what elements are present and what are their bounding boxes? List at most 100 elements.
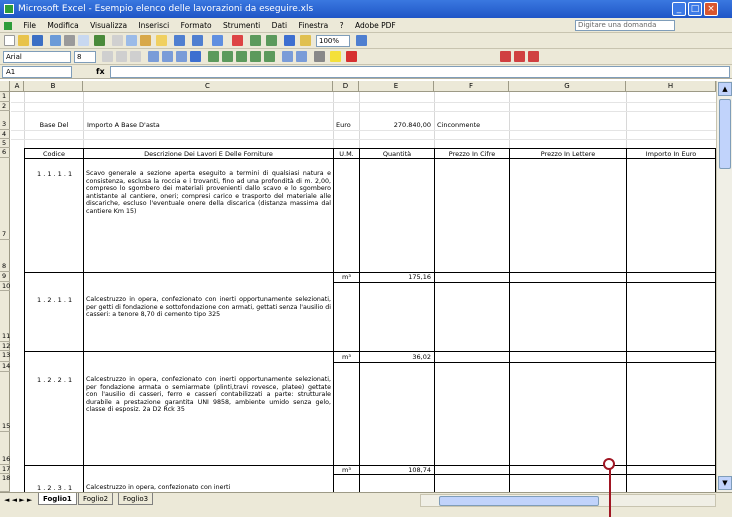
sheet-tab-foglio2[interactable]: Foglio2 [78,493,114,505]
base-text-cell[interactable]: Importo A Base D'asta [87,121,327,129]
item-description[interactable]: Scavo generale a sezione aperta eseguito… [86,170,331,270]
row-header[interactable]: 16 [0,432,10,465]
tab-navigation-arrows-icon[interactable]: ◄ ◄ ► ► [4,496,32,505]
italic-icon[interactable] [116,51,127,62]
item-quantity[interactable]: 36,02 [361,353,431,361]
column-header-h[interactable]: H [626,81,716,92]
vertical-scrollbar[interactable]: ▲ ▼ [716,81,732,492]
select-all-corner[interactable] [0,81,10,92]
row-header[interactable]: 14 [0,362,10,372]
header-quantity[interactable]: Quantità [360,150,434,158]
fill-color-icon[interactable] [330,51,341,62]
item-description[interactable]: Calcestruzzo in opera, confezionato con … [86,484,331,492]
column-header-b[interactable]: B [24,81,83,92]
horizontal-scrollbar[interactable] [420,494,716,507]
menu-edit[interactable]: Modifica [47,18,78,32]
merge-center-icon[interactable] [190,51,201,62]
align-center-icon[interactable] [162,51,173,62]
font-size-select[interactable]: 8 [74,51,96,63]
row-header[interactable]: 15 [0,372,10,432]
item-code[interactable]: 1 . 2 . 1 . 1 [37,296,83,304]
copy-icon[interactable] [126,35,137,46]
minimize-button[interactable]: _ [672,2,686,16]
menu-insert[interactable]: Inserisci [138,18,169,32]
redo-icon[interactable] [192,35,203,46]
row-header[interactable]: 17 [0,465,10,474]
spelling-icon[interactable] [94,35,105,46]
font-name-select[interactable]: Arial [3,51,71,63]
increase-decimal-icon[interactable] [250,51,261,62]
item-code[interactable]: 1 . 2 . 2 . 1 [37,376,83,384]
menu-view[interactable]: Visualizza [90,18,127,32]
sort-descending-icon[interactable] [266,35,277,46]
underline-icon[interactable] [130,51,141,62]
print-icon[interactable] [64,35,75,46]
row-header[interactable]: 6 [0,148,10,158]
zoom-select[interactable]: 100% [316,35,350,47]
hyperlink-icon[interactable] [212,35,223,46]
column-header-c[interactable]: C [83,81,333,92]
insert-function-icon[interactable]: fx [96,66,105,78]
new-icon[interactable] [4,35,15,46]
help-icon[interactable] [356,35,367,46]
decrease-decimal-icon[interactable] [264,51,275,62]
row-header[interactable]: 2 [0,102,10,111]
undo-icon[interactable] [174,35,185,46]
scroll-down-arrow-icon[interactable]: ▼ [718,476,732,490]
scroll-up-arrow-icon[interactable]: ▲ [718,82,732,96]
open-icon[interactable] [18,35,29,46]
base-amount-cell[interactable]: 270.840,00 [361,121,431,129]
review-toolbar-icon[interactable] [500,51,511,62]
help-question-input[interactable]: Digitare una domanda [575,20,675,31]
save-icon[interactable] [32,35,43,46]
column-header-d[interactable]: D [333,81,359,92]
menu-file[interactable]: File [23,18,36,32]
column-header-e[interactable]: E [359,81,434,92]
header-price-words[interactable]: Prezzo In Lettere [510,150,626,158]
align-right-icon[interactable] [176,51,187,62]
base-word-cell[interactable]: Cinconmente [437,121,507,129]
menu-tools[interactable]: Strumenti [223,18,260,32]
row-header[interactable]: 12 [0,342,10,351]
sheet-tab-foglio3[interactable]: Foglio3 [118,493,154,505]
bold-icon[interactable] [102,51,113,62]
row-header[interactable]: 18 [0,474,10,492]
header-code[interactable]: Codice [25,150,83,158]
row-header[interactable]: 3 [0,111,10,130]
item-unit[interactable]: m³ [334,466,359,474]
row-header[interactable]: 7 [0,158,10,240]
row-header[interactable]: 5 [0,139,10,148]
row-header[interactable]: 4 [0,130,10,139]
increase-indent-icon[interactable] [296,51,307,62]
column-header-a[interactable]: A [11,81,24,92]
formula-input[interactable] [110,66,730,78]
worksheet-grid[interactable]: Base Del Importo A Base D'asta Euro 270.… [11,92,716,492]
item-code[interactable]: 1 . 2 . 3 . 1 [37,484,83,492]
format-painter-icon[interactable] [156,35,167,46]
align-left-icon[interactable] [148,51,159,62]
comma-style-icon[interactable] [236,51,247,62]
reply-changes-icon[interactable] [514,51,525,62]
header-description[interactable]: Descrizione Dei Lavori E Delle Forniture [84,150,333,158]
close-button[interactable]: × [704,2,718,16]
header-unit-price[interactable]: Prezzo In Cifre [435,150,509,158]
sort-ascending-icon[interactable] [250,35,261,46]
print-preview-icon[interactable] [78,35,89,46]
sheet-tab-foglio1[interactable]: Foglio1 [38,493,77,505]
column-header-f[interactable]: F [434,81,509,92]
row-header[interactable]: 8 [0,240,10,272]
horizontal-scroll-thumb[interactable] [439,496,599,506]
permission-icon[interactable] [50,35,61,46]
column-header-g[interactable]: G [509,81,626,92]
base-currency-cell[interactable]: Euro [336,121,358,129]
menu-window[interactable]: Finestra [298,18,328,32]
borders-icon[interactable] [314,51,325,62]
item-unit[interactable]: m³ [334,353,359,361]
row-header[interactable]: 1 [0,92,10,102]
item-description[interactable]: Calcestruzzo in opera, confezionato con … [86,376,331,463]
decrease-indent-icon[interactable] [282,51,293,62]
drawing-icon[interactable] [300,35,311,46]
item-unit[interactable]: m³ [334,273,359,281]
menu-adobe-pdf[interactable]: Adobe PDF [355,18,396,32]
menu-help[interactable]: ? [340,18,344,32]
